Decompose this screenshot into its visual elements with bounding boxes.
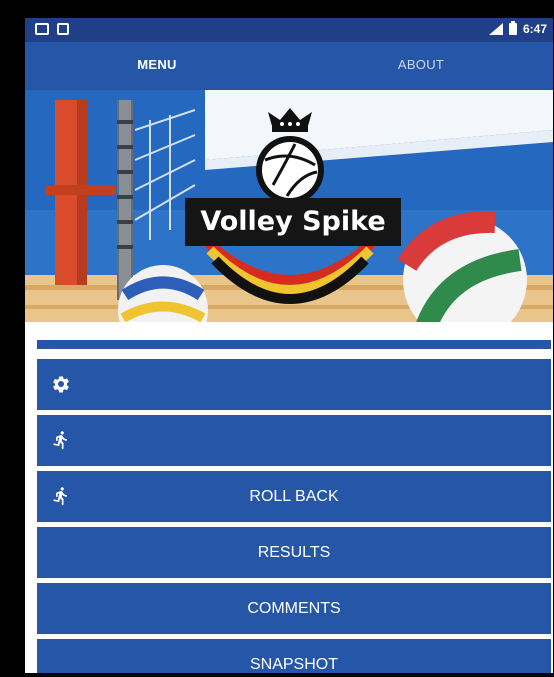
results-button[interactable]: RESULTS: [37, 527, 551, 578]
menu-divider-bar: [37, 340, 551, 349]
comments-button[interactable]: COMMENTS: [37, 583, 551, 634]
roll-back-label: ROLL BACK: [249, 488, 339, 505]
administration-button[interactable]: ADMINISTRATION: [37, 359, 551, 410]
runner-icon: [53, 487, 67, 506]
gallery-icon: [35, 23, 49, 35]
tab-menu[interactable]: MENU: [25, 42, 289, 90]
system-icons: 6:47: [487, 21, 547, 36]
tab-bar: MENU ABOUT: [25, 42, 553, 90]
battery-icon: [508, 21, 517, 35]
match-complete-label: MATCH COMPLETE: [219, 432, 369, 449]
signal-icon: [487, 23, 503, 35]
comments-label: COMMENTS: [247, 600, 341, 617]
snapshot-button[interactable]: SNAPSHOT: [37, 639, 551, 673]
administration-label: ADMINISTRATION: [226, 376, 362, 393]
snapshot-label: SNAPSHOT: [249, 656, 338, 673]
match-complete-button[interactable]: MATCH COMPLETE: [37, 415, 551, 466]
results-label: RESULTS: [257, 544, 331, 561]
app-screen: 6:47 MENU ABOUT Volley Spike ADMINISTRAT…: [25, 18, 553, 673]
status-bar: 6:47: [25, 18, 553, 42]
roll-back-button[interactable]: ROLL BACK: [37, 471, 551, 522]
runner-icon: [53, 431, 67, 450]
gear-icon: [53, 376, 69, 393]
notification-icon: [57, 23, 69, 35]
banner-logo-text: Volley Spike: [200, 206, 386, 237]
notification-icons: [35, 23, 69, 35]
clock: 6:47: [522, 22, 547, 36]
tab-about[interactable]: ABOUT: [289, 42, 553, 90]
menu-content: ADMINISTRATION MATCH COMPLETE ROLL BACK …: [25, 322, 553, 673]
